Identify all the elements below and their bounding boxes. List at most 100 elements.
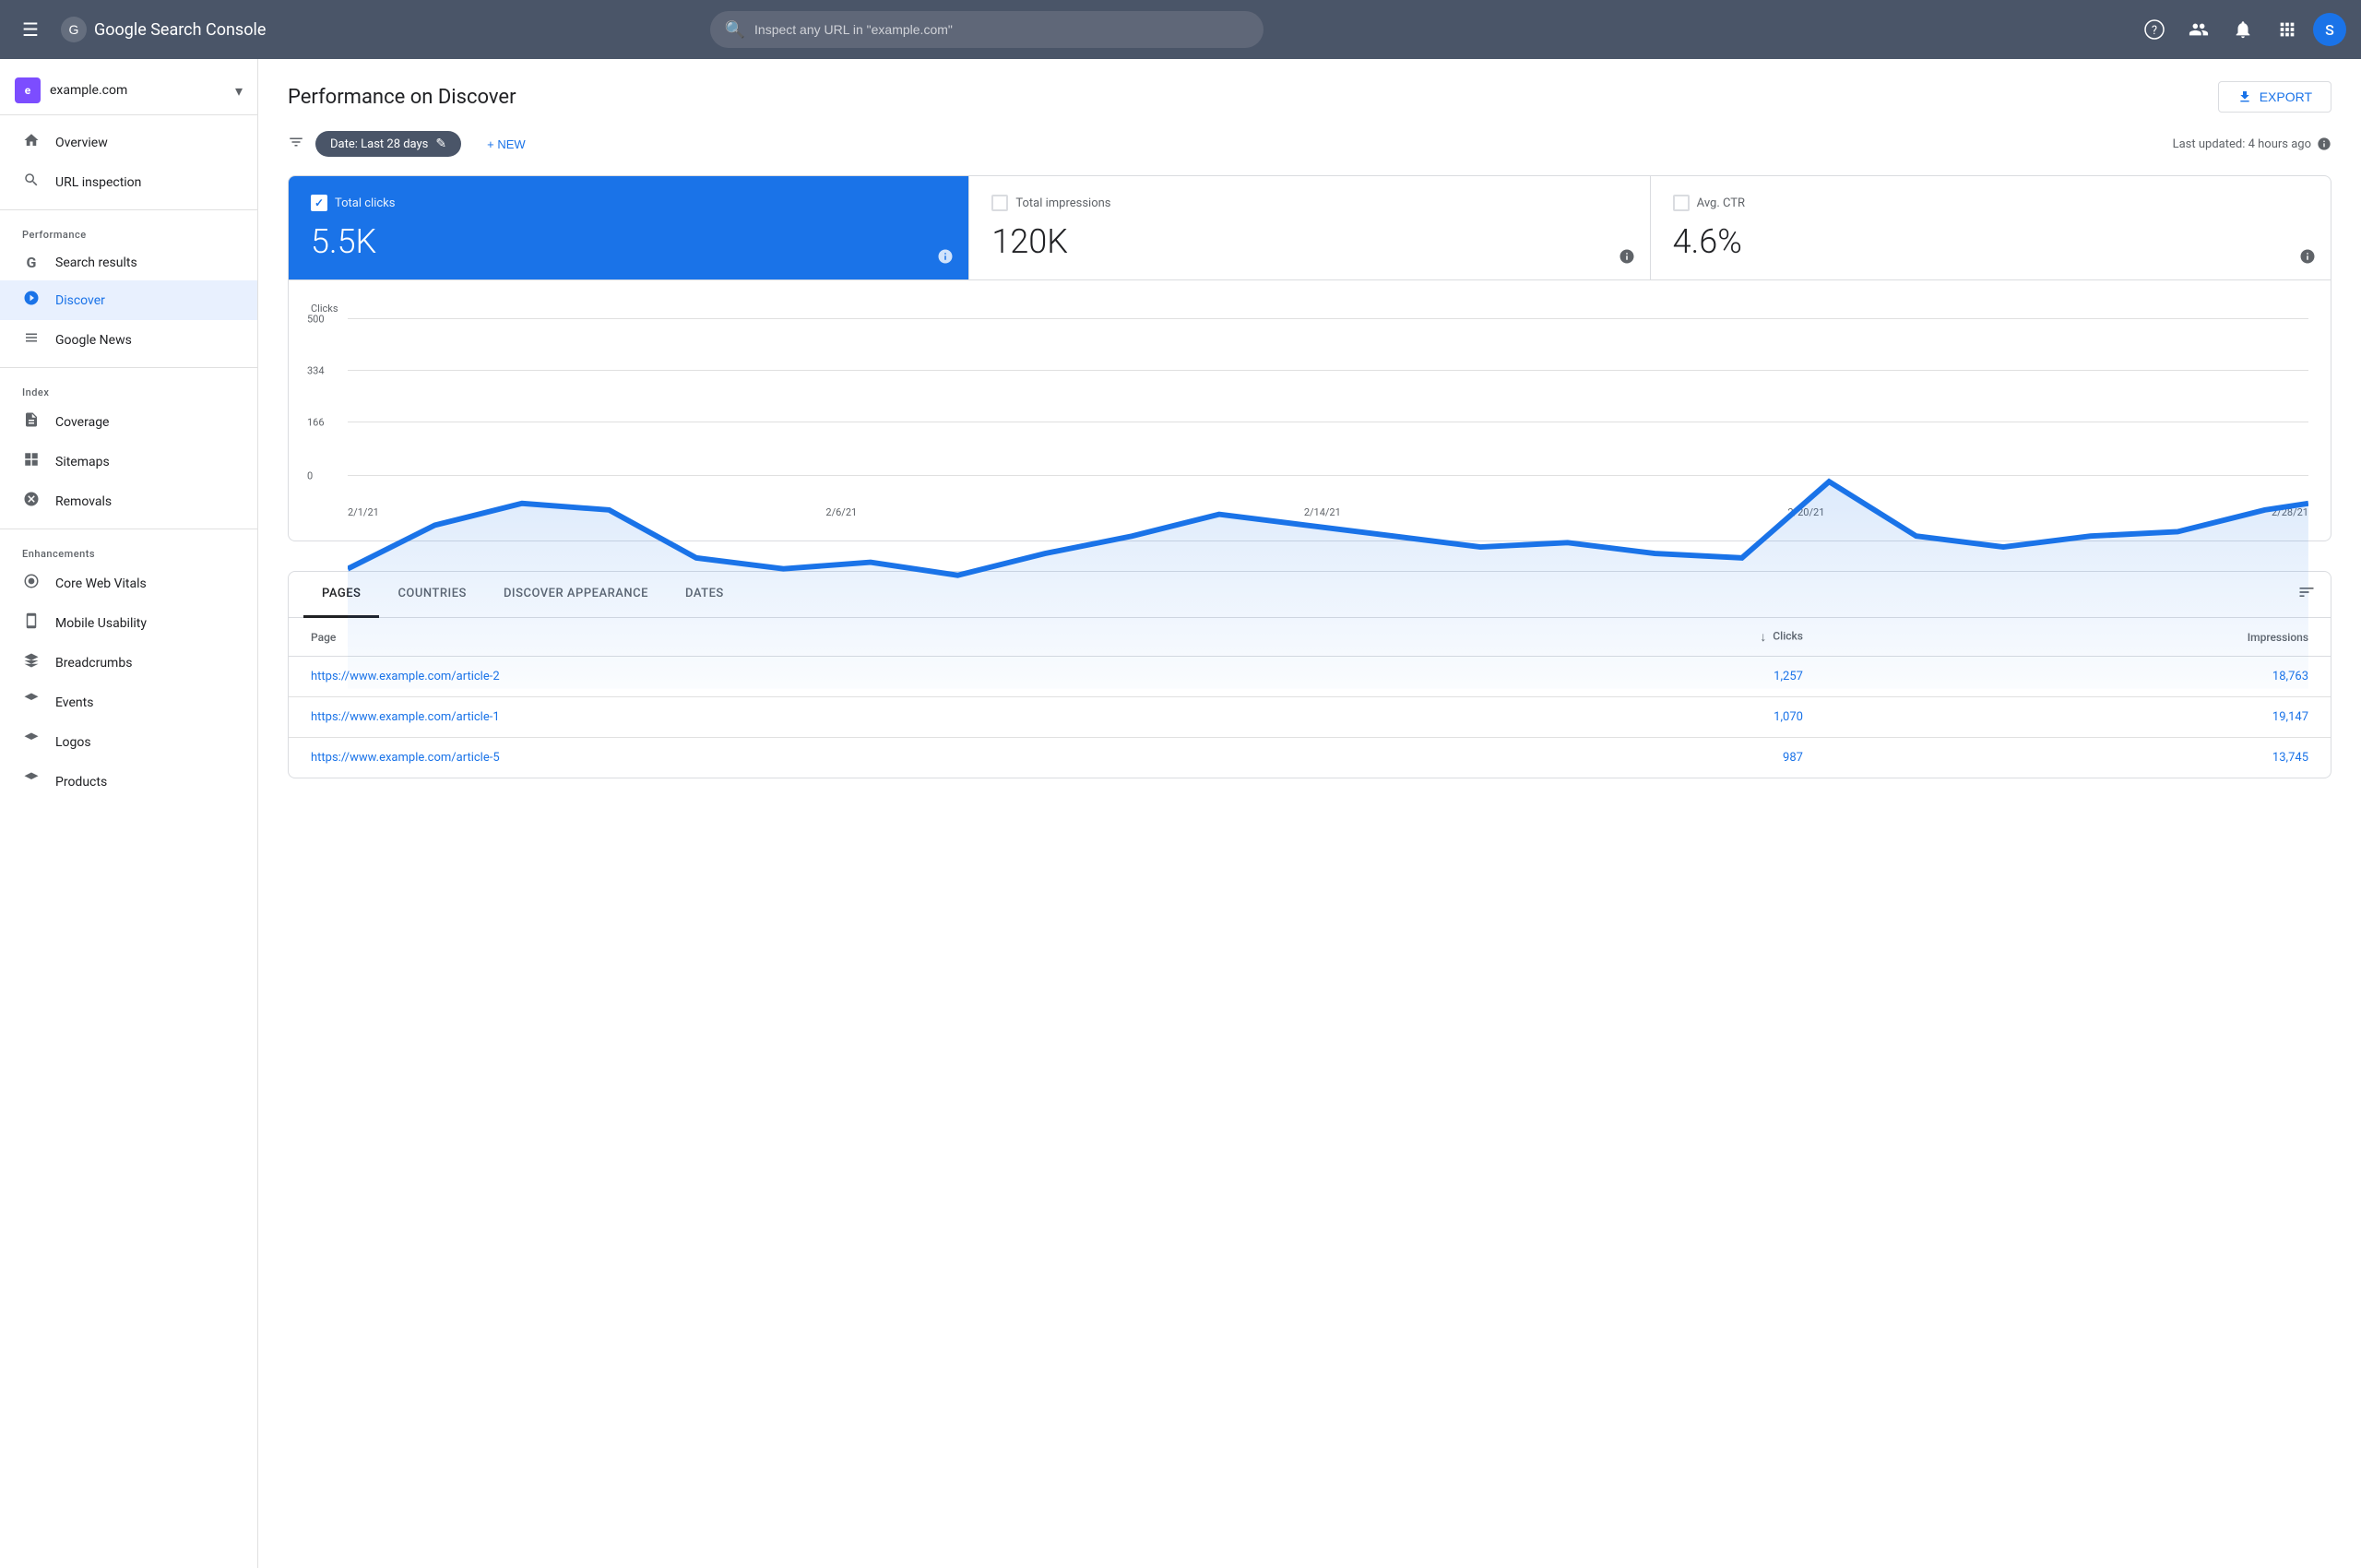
sidebar-url-inspection-label: URL inspection <box>55 175 141 190</box>
sidebar-item-google-news[interactable]: Google News <box>0 320 257 360</box>
menu-icon[interactable]: ☰ <box>15 11 46 48</box>
metrics-row: ✓ Total clicks 5.5K Total impressions 12… <box>288 175 2331 280</box>
search-input[interactable] <box>754 22 1249 37</box>
help-button[interactable]: ? <box>2136 11 2173 48</box>
table-cell-page[interactable]: https://www.example.com/article-1 <box>289 697 1406 738</box>
user-avatar[interactable]: S <box>2313 13 2346 46</box>
main-content: Performance on Discover EXPORT Date: Las… <box>258 59 2361 1568</box>
discover-icon <box>22 290 41 311</box>
metric-info-ctr[interactable] <box>2299 248 2316 268</box>
sidebar-search-results-label: Search results <box>55 255 137 270</box>
metric-label-ctr: Avg. CTR <box>1697 196 1745 210</box>
sidebar-item-removals[interactable]: Removals <box>0 481 257 521</box>
sitemaps-icon <box>22 451 41 472</box>
metric-value-clicks: 5.5K <box>311 222 946 261</box>
sidebar-mobile-usability-label: Mobile Usability <box>55 616 147 631</box>
sidebar-sitemaps-label: Sitemaps <box>55 455 110 469</box>
chart-svg <box>348 318 2308 689</box>
metric-info-impressions[interactable] <box>1619 248 1635 268</box>
products-icon <box>22 771 41 792</box>
grid-label-0: 0 <box>307 470 313 482</box>
sidebar: e example.com ▾ Overview URL inspection … <box>0 59 258 1568</box>
table-cell-clicks: 1,070 <box>1406 697 1825 738</box>
new-filter-button[interactable]: + NEW <box>472 132 540 157</box>
page-header: Performance on Discover EXPORT <box>288 81 2331 113</box>
app-layout: e example.com ▾ Overview URL inspection … <box>0 59 2361 1568</box>
chart-container: Clicks 500 334 166 0 <box>288 280 2331 541</box>
metric-info-clicks[interactable] <box>937 248 954 268</box>
sidebar-core-web-vitals-label: Core Web Vitals <box>55 576 147 591</box>
grid-label-500: 500 <box>307 314 325 326</box>
logos-icon <box>22 731 41 753</box>
events-icon <box>22 692 41 713</box>
metric-value-ctr: 4.6% <box>1673 222 2308 261</box>
search-icon: 🔍 <box>725 20 745 40</box>
sidebar-discover-label: Discover <box>55 293 105 308</box>
date-filter-button[interactable]: Date: Last 28 days ✎ <box>315 131 461 157</box>
date-filter-label: Date: Last 28 days <box>330 137 428 151</box>
metric-checkbox-impressions <box>991 195 1008 211</box>
sidebar-coverage-label: Coverage <box>55 415 109 430</box>
chart-area: 500 334 166 0 <box>311 318 2308 503</box>
sidebar-item-discover[interactable]: Discover <box>0 280 257 320</box>
people-button[interactable] <box>2180 11 2217 48</box>
grid-label-334: 334 <box>307 365 325 377</box>
sidebar-item-breadcrumbs[interactable]: Breadcrumbs <box>0 643 257 683</box>
sidebar-item-products[interactable]: Products <box>0 762 257 802</box>
sidebar-breadcrumbs-label: Breadcrumbs <box>55 656 132 671</box>
metric-card-avg-ctr[interactable]: Avg. CTR 4.6% <box>1651 176 2331 279</box>
topbar-actions: ? S <box>2136 11 2346 48</box>
metric-card-total-impressions[interactable]: Total impressions 120K <box>969 176 1650 279</box>
sidebar-removals-label: Removals <box>55 494 112 509</box>
google-news-icon <box>22 329 41 350</box>
help-icon: ? <box>2144 19 2165 40</box>
sidebar-item-sitemaps[interactable]: Sitemaps <box>0 442 257 481</box>
sidebar-google-news-label: Google News <box>55 333 132 348</box>
metric-card-total-clicks[interactable]: ✓ Total clicks 5.5K <box>289 176 969 279</box>
download-icon <box>2237 89 2252 104</box>
table-cell-impressions: 19,147 <box>1825 697 2331 738</box>
table-row: https://www.example.com/article-5 987 13… <box>289 738 2331 778</box>
removals-icon <box>22 491 41 512</box>
metric-checkbox-ctr <box>1673 195 1690 211</box>
info-icon <box>2317 137 2331 151</box>
sidebar-products-label: Products <box>55 775 107 790</box>
core-web-vitals-icon <box>22 573 41 594</box>
google-g-icon: G <box>22 254 41 271</box>
apps-button[interactable] <box>2269 11 2306 48</box>
property-selector[interactable]: e example.com ▾ <box>0 66 257 115</box>
sidebar-nav: Overview URL inspection Performance G Se… <box>0 115 257 809</box>
sidebar-logos-label: Logos <box>55 735 91 750</box>
topbar: ☰ G Google Search Console 🔍 ? <box>0 0 2361 59</box>
svg-text:?: ? <box>2152 24 2157 38</box>
app-logo: G Google Search Console <box>61 17 266 42</box>
svg-text:G: G <box>68 22 78 37</box>
property-name: example.com <box>50 83 226 98</box>
edit-icon: ✎ <box>435 137 446 151</box>
sidebar-item-events[interactable]: Events <box>0 683 257 722</box>
table-cell-page[interactable]: https://www.example.com/article-5 <box>289 738 1406 778</box>
enhancements-section-label: Enhancements <box>0 537 257 564</box>
mobile-usability-icon <box>22 612 41 634</box>
grid-label-166: 166 <box>307 417 325 429</box>
export-button[interactable]: EXPORT <box>2218 81 2331 113</box>
sidebar-item-search-results[interactable]: G Search results <box>0 244 257 280</box>
google-icon: G <box>61 17 87 42</box>
search-bar[interactable]: 🔍 <box>710 11 1264 48</box>
sidebar-item-url-inspection[interactable]: URL inspection <box>0 162 257 202</box>
table-cell-clicks: 987 <box>1406 738 1825 778</box>
filter-icon <box>288 134 304 155</box>
app-title: Google Search Console <box>94 20 266 40</box>
sidebar-item-mobile-usability[interactable]: Mobile Usability <box>0 603 257 643</box>
breadcrumbs-icon <box>22 652 41 673</box>
sidebar-item-coverage[interactable]: Coverage <box>0 402 257 442</box>
last-updated: Last updated: 4 hours ago <box>2173 137 2331 151</box>
coverage-icon <box>22 411 41 433</box>
sidebar-item-logos[interactable]: Logos <box>0 722 257 762</box>
property-icon: e <box>15 77 41 103</box>
notifications-button[interactable] <box>2225 11 2261 48</box>
metric-value-impressions: 120K <box>991 222 1627 261</box>
metric-checkbox-clicks: ✓ <box>311 195 327 211</box>
sidebar-item-core-web-vitals[interactable]: Core Web Vitals <box>0 564 257 603</box>
sidebar-item-overview[interactable]: Overview <box>0 123 257 162</box>
